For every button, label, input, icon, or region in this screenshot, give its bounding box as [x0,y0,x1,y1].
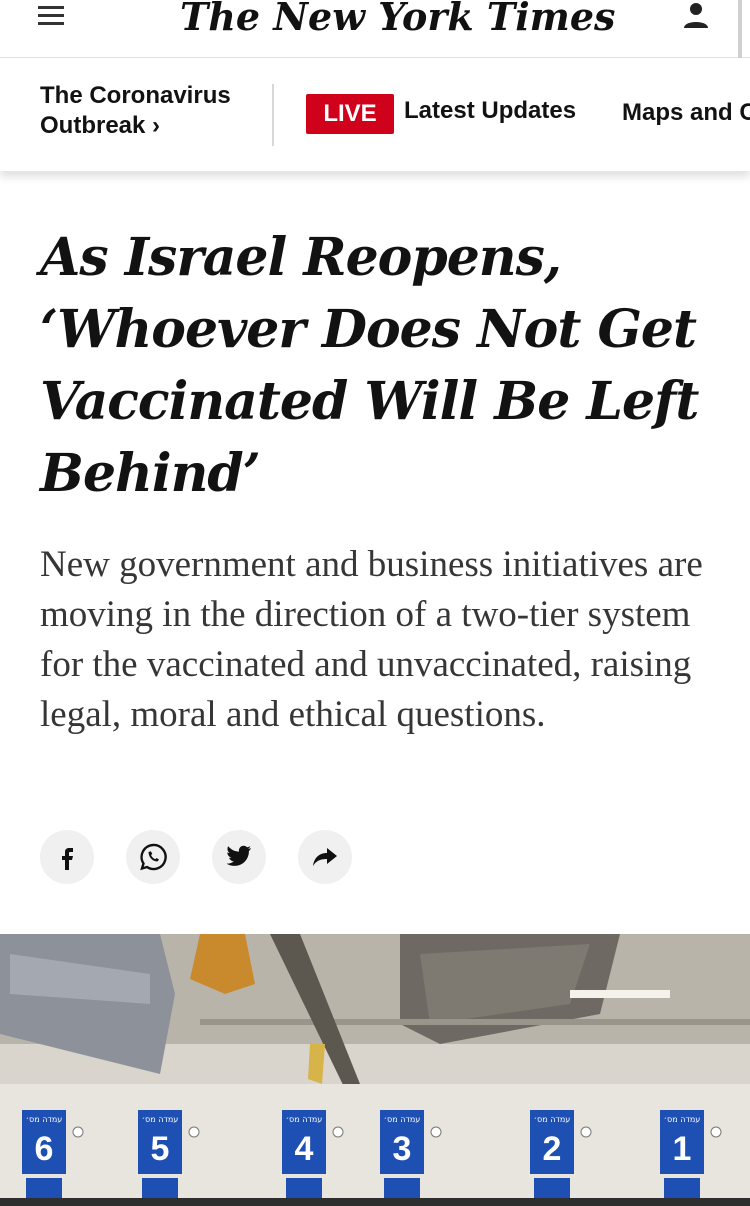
facebook-icon [62,848,73,870]
twitter-icon [226,845,251,866]
article-photo[interactable]: עמדה מס׳ 6 עמדה מס׳ 5 עמדה מס׳ 4 עמדה מס׳ 3 עמדה… [0,934,750,1198]
vaccination-center-photo: עמדה מס׳ 6 עמדה מס׳ 5 עמדה מס׳ 4 עמדה מס׳ 3 עמדה… [0,934,750,1198]
share-tools [40,830,360,886]
twitter-share-button[interactable] [212,830,266,884]
live-badge[interactable]: LIVE [306,94,394,134]
nyt-logo[interactable]: The New York Times [180,0,615,42]
station-label: עמדה מס׳ [26,1115,63,1124]
station-number: 2 [543,1130,562,1168]
masthead: The New York Times [0,0,750,58]
station-label: עמדה מס׳ [384,1115,421,1124]
whatsapp-share-button[interactable] [126,830,180,884]
station-number: 5 [151,1130,170,1168]
share-arrow-icon [313,848,337,866]
station-label: עמדה מס׳ [142,1115,179,1124]
station-label: עמדה מס׳ [286,1115,323,1124]
nav-link-maps[interactable]: Maps and C [622,99,750,127]
facebook-share-button[interactable] [40,830,94,884]
station-label: עמדה מס׳ [534,1115,571,1124]
scroll-edge [738,0,742,58]
more-share-button[interactable] [298,830,352,884]
station-label: עמדה מס׳ [664,1115,701,1124]
station-number: 4 [295,1130,314,1168]
nav-divider [272,84,274,146]
section-line-2: Outbreak › [40,112,161,139]
article-summary: New government and business initiatives … [40,544,703,735]
whatsapp-icon [140,843,167,871]
section-link-coronavirus[interactable]: The Coronavirus Outbreak › [40,81,260,141]
station-number: 3 [393,1130,412,1168]
bottom-toolbar-edge [0,1198,750,1206]
station-number: 6 [35,1130,54,1168]
account-icon[interactable] [680,0,712,32]
section-line-1: The Coronavirus [40,82,231,109]
nav-link-latest-updates[interactable]: Latest Updates [404,97,576,125]
article-headline: As Israel Reopens, ‘Whoever Does Not Get… [40,227,699,504]
station-number: 1 [673,1130,692,1168]
section-nav: The Coronavirus Outbreak › LIVE Latest U… [0,59,750,171]
hamburger-menu-icon[interactable] [38,6,68,28]
